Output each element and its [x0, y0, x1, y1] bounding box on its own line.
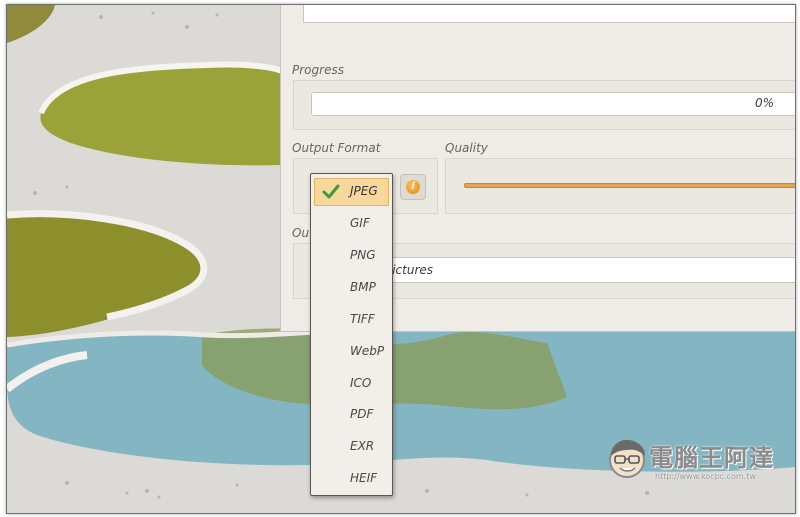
format-dropdown-menu: JPEG GIF PNG BMP TIFF WebP ICO PDF EXR H… [310, 173, 393, 496]
quality-label: Quality [445, 141, 488, 155]
format-option-heif[interactable]: HEIF [314, 465, 389, 493]
screenshot-frame: Progress 0% Output Format i Quality Ou r… [6, 4, 796, 514]
watermark-title: 電腦王阿達 [649, 444, 774, 472]
watermark: 電腦王阿達 http://www.kocpc.com.tw [605, 436, 791, 488]
mascot-face-icon [609, 439, 645, 478]
output-format-label: Output Format [292, 141, 381, 155]
progress-bar: 0% [311, 92, 795, 116]
format-option-webp[interactable]: WebP [314, 338, 389, 366]
quality-slider[interactable] [464, 183, 795, 188]
info-icon: i [406, 180, 420, 194]
format-option-pdf[interactable]: PDF [314, 401, 389, 429]
checkmark-icon [322, 184, 340, 199]
output-folder-label: Ou [292, 226, 310, 240]
format-help-button[interactable]: i [400, 174, 426, 200]
format-option-png[interactable]: PNG [314, 242, 389, 270]
input-field[interactable] [303, 5, 795, 23]
format-option-gif[interactable]: GIF [314, 210, 389, 238]
format-option-bmp[interactable]: BMP [314, 274, 389, 302]
progress-label: Progress [292, 63, 344, 77]
format-option-tiff[interactable]: TIFF [314, 306, 389, 334]
format-option-jpeg[interactable]: JPEG [314, 178, 389, 206]
watermark-url: http://www.kocpc.com.tw [655, 472, 756, 481]
format-option-ico[interactable]: ICO [314, 370, 389, 398]
progress-value: 0% [754, 96, 774, 110]
format-option-exr[interactable]: EXR [314, 433, 389, 461]
